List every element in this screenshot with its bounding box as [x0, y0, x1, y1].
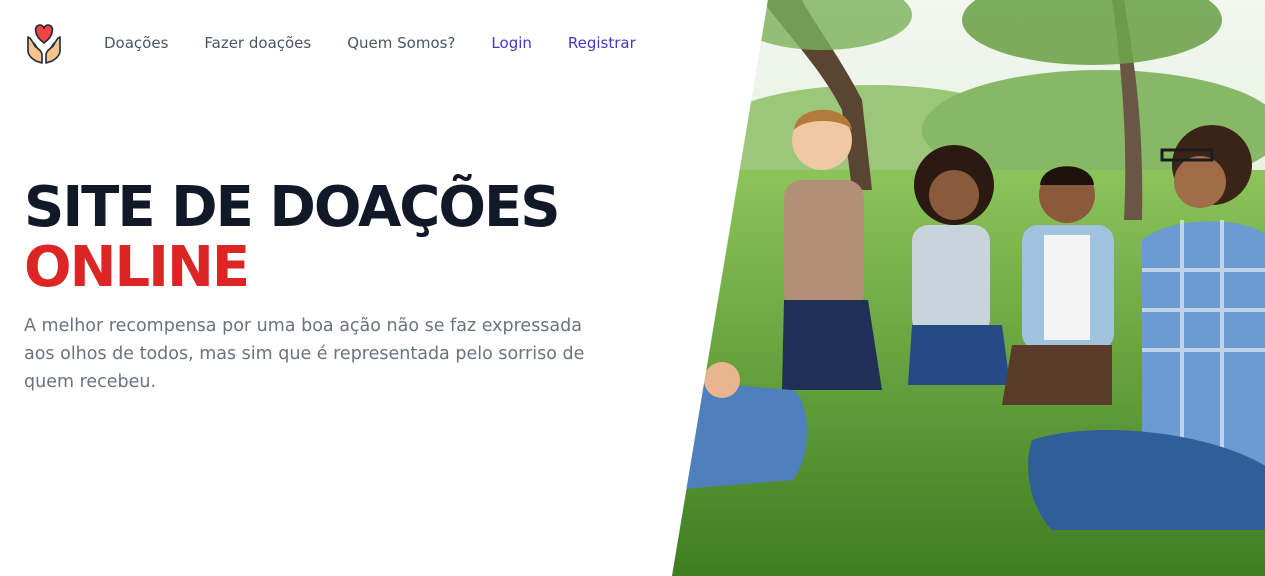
nav-link-doacoes[interactable]: Doações [104, 34, 168, 52]
hero-photo-children-in-park [672, 0, 1265, 576]
hero-title: SITE DE DOAÇÕES ONLINE [24, 175, 561, 300]
register-link[interactable]: Registrar [568, 34, 636, 52]
hero-title-line2: ONLINE [24, 235, 250, 300]
login-link[interactable]: Login [491, 34, 531, 52]
heart-in-hands-icon[interactable] [24, 21, 64, 65]
nav-link-quem-somos[interactable]: Quem Somos? [347, 34, 455, 52]
hero-title-line1: SITE DE DOAÇÕES [24, 175, 561, 240]
hero-description: A melhor recompensa por uma boa ação não… [24, 316, 585, 392]
top-navigation: Doações Fazer doações Quem Somos? Login … [24, 20, 672, 66]
nav-link-fazer-doacoes[interactable]: Fazer doações [204, 34, 311, 52]
